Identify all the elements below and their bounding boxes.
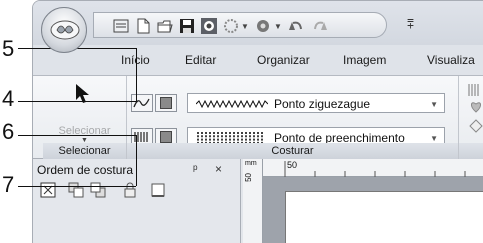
frame-icon[interactable] [149, 181, 167, 199]
leader-7-vertical [136, 135, 137, 186]
leader-6 [18, 135, 136, 136]
sewing-machine-icon[interactable] [200, 17, 218, 35]
panel-pin-icon[interactable]: ᵖ [193, 162, 198, 176]
stitch-tools-icon[interactable] [467, 82, 483, 136]
next-group [459, 76, 483, 159]
open-folder-icon[interactable] [156, 17, 174, 35]
new-design-icon[interactable] [112, 17, 130, 35]
callout-7: 7 [2, 172, 15, 197]
line-color-swatch [160, 97, 172, 109]
select-group-label: Selecionar [43, 143, 126, 159]
leader-5-vertical [136, 48, 137, 102]
region-color-swatch [160, 131, 172, 143]
horizontal-ruler: 50 [263, 159, 483, 177]
sewing-order-panel: Ordem de costura ᵖ × [33, 159, 241, 243]
leader-7 [18, 186, 136, 187]
line-sew-icon [133, 98, 150, 108]
tab-organizar[interactable]: Organizar [257, 53, 310, 67]
panel-toolbar [37, 181, 227, 201]
fill-stitch-dropdown-icon[interactable]: ▼ [430, 134, 438, 143]
line-stitch-label: Ponto ziguezague [274, 97, 371, 111]
ruler-ticks [284, 161, 466, 177]
app-logo-icon [50, 20, 80, 40]
title-bar: ▼ ▼ ⩱ [33, 1, 483, 45]
ribbon: Selecionar ▼ Selecionar Ponto ziguezague… [33, 75, 483, 159]
sewing-group-label: Costurar [127, 143, 458, 159]
zoom-fit-icon[interactable] [39, 181, 57, 199]
line-stitch-dropdown-icon[interactable]: ▼ [430, 100, 438, 109]
tab-imagem[interactable]: Imagem [343, 53, 386, 67]
line-color-button[interactable] [155, 94, 177, 112]
move-backward-icon[interactable] [89, 181, 107, 199]
callout-4: 4 [2, 86, 15, 111]
undo-icon[interactable] [286, 17, 304, 35]
save-icon[interactable] [178, 17, 196, 35]
sewing-group: Ponto ziguezague ▼ Ponto de preenchiment… [127, 76, 459, 159]
callout-6: 6 [2, 119, 15, 144]
move-forward-icon[interactable] [67, 181, 85, 199]
panel-title: Ordem de costura [37, 163, 134, 177]
vertical-ruler-mark: 50 [244, 173, 253, 182]
application-menu-button[interactable] [41, 7, 87, 53]
next-group-label [459, 143, 483, 159]
thread-color-icon[interactable] [254, 17, 272, 35]
leader-4 [18, 101, 136, 102]
line-stitch-select[interactable]: Ponto ziguezague ▼ [187, 93, 445, 113]
tab-visualizar[interactable]: Visualiza [427, 53, 475, 67]
application-window: ▼ ▼ ⩱ Início Editar Organizar Imagem Vis… [32, 0, 483, 243]
ruler-unit: mm [245, 160, 257, 167]
line-sew-toggle[interactable] [131, 94, 153, 112]
new-file-icon[interactable] [134, 17, 152, 35]
tab-editar[interactable]: Editar [185, 53, 216, 67]
zigzag-stitch-icon [196, 99, 268, 109]
vertical-ruler: mm 50 [243, 159, 263, 243]
ribbon-tabs: Início Editar Organizar Imagem Visualiza [33, 45, 483, 75]
quick-access-toolbar: ▼ ▼ [93, 12, 387, 38]
hoop-icon[interactable] [222, 17, 240, 35]
panel-close-icon[interactable]: × [215, 162, 222, 176]
hoop-dropdown-icon[interactable]: ▼ [241, 22, 249, 31]
callout-5: 5 [2, 36, 15, 61]
design-canvas[interactable] [263, 177, 483, 243]
redo-icon[interactable] [312, 17, 330, 35]
customize-toolbar-icon[interactable]: ⩱ [407, 17, 414, 32]
design-page[interactable] [285, 191, 483, 243]
select-group: Selecionar ▼ Selecionar [43, 76, 127, 159]
thread-dropdown-icon[interactable]: ▼ [274, 22, 282, 31]
